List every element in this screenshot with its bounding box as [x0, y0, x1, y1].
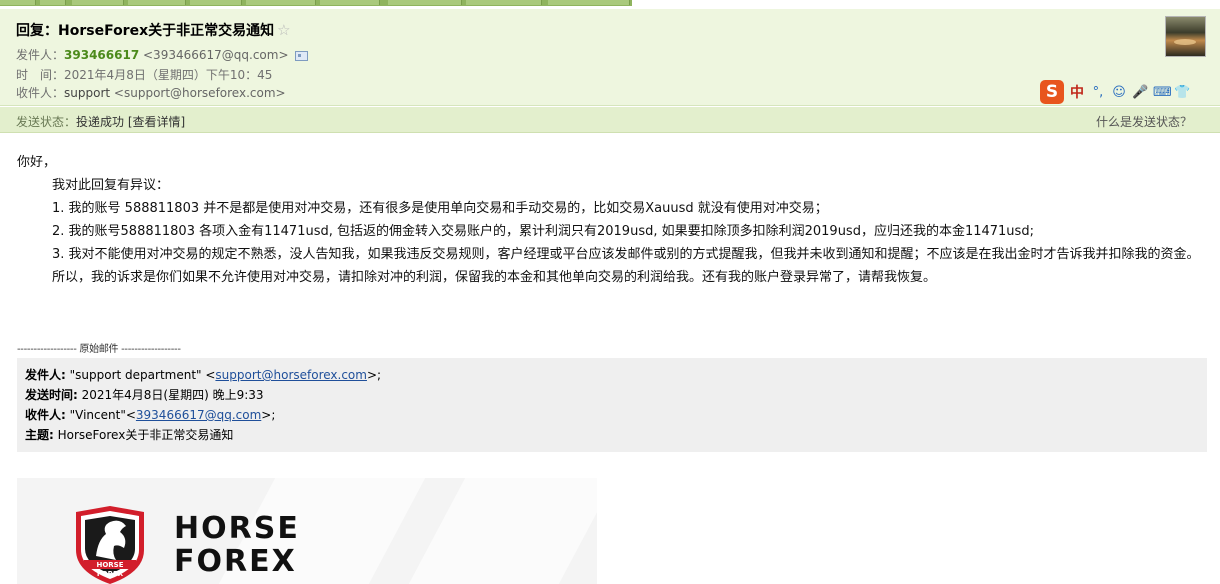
toolbar-button[interactable] — [72, 0, 124, 5]
horseforex-banner: HORSE FOREX HORSE FOREX — [17, 478, 597, 584]
toolbar-button[interactable] — [190, 0, 242, 5]
punctuation-icon[interactable]: °, — [1090, 85, 1106, 100]
emoji-icon[interactable]: ☺ — [1111, 85, 1127, 100]
toolbar-button[interactable] — [388, 0, 462, 5]
skin-icon[interactable]: 👕 — [1174, 85, 1190, 100]
toolbar-button[interactable] — [128, 0, 186, 5]
mail-header: 回复：HorseForex关于非正常交易通知 ☆ 发件人：393466617 <3… — [0, 9, 1220, 106]
toolbar-button[interactable] — [320, 0, 380, 5]
top-toolbar-strip — [0, 0, 1220, 9]
chinese-mode-icon[interactable]: 中 — [1069, 82, 1085, 102]
to-label: 收件人： — [16, 86, 65, 100]
original-from-label: 发件人: — [25, 368, 66, 382]
original-from-tail: >; — [366, 368, 382, 382]
logo-line-2: FOREX — [174, 545, 300, 578]
shield-text-1: HORSE — [96, 561, 123, 569]
sogou-ime-icon[interactable]: S — [1040, 80, 1064, 104]
status-label: 发送状态： — [16, 115, 77, 129]
greeting: 你好， — [17, 155, 57, 170]
logo-line-2-first: F — [174, 544, 197, 579]
recipient-name[interactable]: support — [64, 86, 110, 100]
original-to-email[interactable]: 393466617@qq.com — [136, 408, 261, 422]
conclusion: 所以，我的诉求是你们如果不允许使用对冲交易，请扣除对冲的利润，保留我的本金和其他… — [52, 270, 937, 285]
sender-name[interactable]: 393466617 — [64, 48, 139, 62]
logo-line-1-rest: ORSE — [201, 511, 300, 546]
toolbar-button[interactable] — [548, 0, 630, 5]
toolbar-button[interactable] — [246, 0, 316, 5]
from-label: 发件人： — [16, 48, 65, 62]
toolbar-button[interactable] — [40, 0, 66, 5]
original-from-row: 发件人: "support department" <support@horse… — [25, 365, 1207, 385]
horse-shield-logo-icon: HORSE FOREX — [76, 506, 144, 584]
microphone-icon[interactable]: 🎤 — [1132, 85, 1148, 100]
delivery-status-bar: 发送状态：投递成功 [查看详情] 什么是发送状态？ — [0, 107, 1220, 133]
original-to-label: 收件人: — [25, 408, 66, 422]
intro-line: 我对此回复有异议： — [52, 178, 170, 193]
keyboard-icon[interactable]: ⌨ — [1153, 85, 1172, 100]
status-value: 投递成功 — [76, 115, 125, 129]
point-3: 3. 我对不能使用对冲交易的规定不熟悉，没人告知我，如果我违反交易规则，客户经理… — [52, 247, 1200, 262]
original-to-row: 收件人: "Vincent"<393466617@qq.com>; — [25, 405, 1207, 425]
recipient-address[interactable]: <support@horseforex.com> — [114, 86, 286, 100]
contact-card-icon[interactable] — [294, 50, 308, 61]
original-subject-row: 主题: HorseForex关于非正常交易通知 — [25, 425, 1207, 445]
toolbar-button[interactable] — [466, 0, 542, 5]
mail-subject: 回复：HorseForex关于非正常交易通知 ☆ — [16, 20, 291, 40]
original-subject-label: 主题: — [25, 428, 54, 442]
from-row: 发件人：393466617 <393466617@qq.com> — [16, 46, 308, 63]
to-row: 收件人：support <support@horseforex.com> — [16, 84, 286, 101]
original-subject-value: HorseForex关于非正常交易通知 — [53, 428, 234, 442]
original-from-email[interactable]: support@horseforex.com — [215, 368, 367, 382]
original-sent-row: 发送时间: 2021年4月8日(星期四) 晚上9:33 — [25, 385, 1207, 405]
original-to-tail: >; — [261, 408, 276, 422]
time-label: 时 间： — [16, 68, 65, 82]
point-1: 1. 我的账号 588811803 并不是都是使用对冲交易，还有很多是使用单向交… — [52, 201, 828, 216]
status-detail-link[interactable]: [查看详情] — [128, 115, 185, 129]
point-2: 2. 我的账号588811803 各项入金有11471usd, 包括返的佣金转入… — [52, 224, 1034, 239]
toolbar-button[interactable] — [0, 0, 36, 5]
sender-address[interactable]: <393466617@qq.com> — [143, 48, 289, 62]
sender-avatar[interactable] — [1165, 16, 1206, 57]
banner-stripe — [408, 478, 597, 584]
original-to-name: "Vincent"< — [65, 408, 136, 422]
subject-text: 回复：HorseForex关于非正常交易通知 — [16, 23, 275, 39]
toolbar-bar — [0, 0, 632, 6]
ime-toolbar: S 中 °, ☺ 🎤 ⌨ 👕 — [1040, 79, 1220, 105]
logo-line-1: HORSE — [174, 512, 300, 545]
star-icon[interactable]: ☆ — [277, 21, 290, 39]
time-value: 2021年4月8日（星期四）下午10：45 — [64, 68, 273, 82]
mail-body: 你好， 我对此回复有异议： 1. 我的账号 588811803 并不是都是使用对… — [17, 151, 1212, 289]
original-sent-label: 发送时间: — [25, 388, 78, 402]
status-help-link[interactable]: 什么是发送状态？ — [1096, 113, 1192, 130]
logo-line-1-first: H — [174, 511, 202, 546]
original-sent-value: 2021年4月8日(星期四) 晚上9:33 — [77, 388, 264, 402]
delivery-status: 发送状态：投递成功 [查看详情] — [16, 113, 185, 130]
original-mail-header: 发件人: "support department" <support@horse… — [17, 358, 1207, 452]
original-mail-divider: ------------------ 原始邮件 ----------------… — [17, 344, 181, 355]
horseforex-logo-text: HORSE FOREX — [174, 512, 300, 578]
shield-text-2: FOREX — [97, 570, 124, 578]
logo-line-2-rest: OREX — [196, 544, 297, 579]
original-from-name: "support department" < — [65, 368, 216, 382]
time-row: 时 间：2021年4月8日（星期四）下午10：45 — [16, 66, 272, 83]
